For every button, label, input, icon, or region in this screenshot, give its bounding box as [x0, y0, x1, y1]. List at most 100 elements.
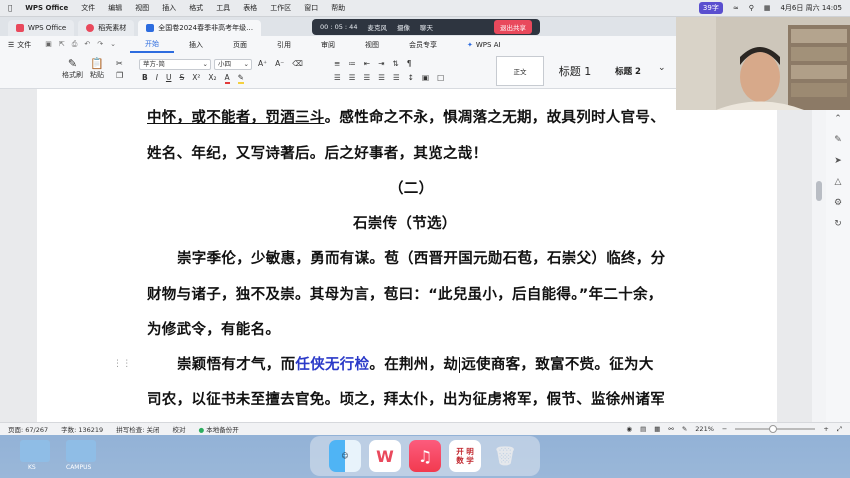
- document-page[interactable]: 中怀，或不能者，罚酒三斗。感性命之不永，惧凋落之无期，故具列时人官号、 姓名、年…: [37, 89, 777, 422]
- increase-font-icon[interactable]: A⁺: [258, 59, 267, 68]
- zoom-out-icon[interactable]: −: [722, 425, 727, 433]
- finder-icon[interactable]: ☺: [329, 440, 361, 472]
- copy-icon[interactable]: ❐: [116, 70, 123, 82]
- drag-handle-icon[interactable]: ⋮⋮: [113, 359, 132, 369]
- tab-wps-ai[interactable]: ✦ WPS AI: [452, 36, 516, 53]
- highlight-icon[interactable]: ✎: [237, 73, 244, 84]
- bullet-list-icon[interactable]: ≡: [334, 59, 340, 68]
- superscript-icon[interactable]: X²: [192, 73, 200, 84]
- menu-tools[interactable]: 工具: [216, 3, 230, 13]
- edit-icon[interactable]: ✎: [834, 135, 842, 145]
- styles-expand-icon[interactable]: ⌄: [658, 63, 666, 73]
- desktop-folder-icon[interactable]: [66, 440, 96, 462]
- shape-icon[interactable]: △: [835, 177, 842, 187]
- menu-window[interactable]: 窗口: [304, 3, 318, 13]
- show-marks-icon[interactable]: ¶: [407, 59, 412, 68]
- font-size-select[interactable]: 小四 ⌄: [214, 59, 252, 70]
- tab-docer[interactable]: 稻壳素材: [78, 20, 135, 36]
- sort-icon[interactable]: ⇅: [392, 59, 398, 68]
- style-normal[interactable]: 正文: [496, 56, 544, 86]
- align-center-icon[interactable]: ☰: [349, 73, 356, 82]
- fit-screen-icon[interactable]: ⤢: [837, 425, 842, 434]
- style-heading-2[interactable]: 标题 2: [604, 56, 652, 86]
- search-icon[interactable]: ⚲: [749, 4, 754, 12]
- menu-format[interactable]: 格式: [189, 3, 203, 13]
- music-icon[interactable]: ♫: [409, 440, 441, 472]
- menubar-clock[interactable]: 4月6日 周六 14:05: [780, 3, 842, 13]
- menu-insert[interactable]: 插入: [162, 3, 176, 13]
- style-heading-1[interactable]: 标题 1: [549, 56, 601, 86]
- app-name[interactable]: WPS Office: [25, 4, 68, 12]
- apple-icon[interactable]: : [8, 4, 12, 12]
- desktop-folder-icon[interactable]: [20, 440, 50, 462]
- clear-format-icon[interactable]: ⌫: [292, 59, 303, 68]
- subscript-icon[interactable]: X₂: [208, 73, 216, 84]
- export-icon[interactable]: ⇱: [59, 40, 65, 49]
- distribute-icon[interactable]: ☰: [393, 73, 400, 82]
- cut-icon[interactable]: ✂: [116, 58, 123, 70]
- zoom-in-icon[interactable]: +: [823, 425, 828, 433]
- scrollbar-thumb[interactable]: [816, 181, 822, 201]
- tab-wps-home[interactable]: WPS Office: [8, 20, 75, 36]
- menu-table[interactable]: 表格: [243, 3, 257, 13]
- eye-protect-icon[interactable]: ◉: [626, 425, 632, 433]
- zoom-level[interactable]: 221%: [695, 425, 714, 433]
- backup-status[interactable]: ● 本地备份开: [198, 424, 238, 434]
- camera-button[interactable]: 摄像: [397, 22, 410, 32]
- shading-icon[interactable]: ▣: [422, 73, 429, 82]
- tab-insert[interactable]: 插入: [174, 36, 218, 53]
- file-menu-button[interactable]: ☰ 文件: [8, 40, 31, 50]
- decrease-font-icon[interactable]: A⁻: [275, 59, 284, 68]
- tab-member[interactable]: 会员专享: [394, 36, 452, 53]
- tab-current-document[interactable]: 全国卷2024春季非高考年级…: [138, 20, 262, 36]
- collapse-icon[interactable]: ⌃: [834, 114, 842, 124]
- strikethrough-icon[interactable]: S: [179, 73, 184, 84]
- zoom-slider[interactable]: [735, 425, 816, 433]
- chat-button[interactable]: 聊天: [420, 22, 433, 32]
- numbered-list-icon[interactable]: ≔: [348, 59, 356, 68]
- stop-sharing-button[interactable]: 退出共享: [494, 20, 532, 34]
- select-icon[interactable]: ➤: [834, 156, 842, 166]
- undo-icon[interactable]: ↶: [84, 40, 90, 49]
- menu-workspace[interactable]: 工作区: [270, 3, 291, 13]
- outdent-icon[interactable]: ⇤: [364, 59, 370, 68]
- pen-icon[interactable]: ✎: [682, 425, 687, 433]
- underline-icon[interactable]: U: [166, 73, 172, 84]
- tab-home[interactable]: 开始: [130, 36, 175, 53]
- save-icon[interactable]: ▣: [45, 40, 52, 49]
- history-icon[interactable]: ↻: [834, 219, 842, 229]
- font-color-icon[interactable]: A: [224, 73, 230, 84]
- mic-button[interactable]: 麦克风: [367, 22, 387, 32]
- web-view-icon[interactable]: ▦: [654, 425, 660, 433]
- menu-view[interactable]: 视图: [135, 3, 149, 13]
- justify-icon[interactable]: ☰: [378, 73, 385, 82]
- paste-button[interactable]: 📋 粘贴: [90, 57, 104, 80]
- tab-view[interactable]: 视图: [350, 36, 394, 53]
- align-right-icon[interactable]: ☰: [363, 73, 370, 82]
- settings-icon[interactable]: ⚙: [834, 198, 842, 208]
- tab-page[interactable]: 页面: [218, 36, 262, 53]
- spell-check-toggle[interactable]: 拼写检查: 关闭: [116, 424, 159, 434]
- align-left-icon[interactable]: ☰: [334, 73, 341, 82]
- print-icon[interactable]: ⎙: [72, 40, 78, 49]
- more-icon[interactable]: ⌄: [110, 40, 116, 49]
- globe-icon[interactable]: ⚯: [668, 425, 673, 433]
- menu-help[interactable]: 帮助: [331, 3, 345, 13]
- word-count-badge[interactable]: 39字: [698, 2, 723, 14]
- wifi-icon[interactable]: ≈: [733, 4, 739, 12]
- page-view-icon[interactable]: ▤: [640, 425, 646, 433]
- format-painter-button[interactable]: ✎ 格式刷: [62, 57, 83, 80]
- proofread-button[interactable]: 校对: [172, 424, 185, 434]
- control-center-icon[interactable]: ▦: [764, 4, 771, 12]
- wps-dock-icon[interactable]: W: [369, 440, 401, 472]
- word-count[interactable]: 字数: 136219: [61, 424, 103, 434]
- vertical-scrollbar[interactable]: [812, 89, 826, 422]
- menu-edit[interactable]: 编辑: [108, 3, 122, 13]
- line-spacing-icon[interactable]: ↕: [408, 73, 414, 82]
- tab-review[interactable]: 审阅: [306, 36, 350, 53]
- redo-icon[interactable]: ↷: [97, 40, 103, 49]
- indent-icon[interactable]: ⇥: [378, 59, 384, 68]
- math-book-app-icon[interactable]: 开 明数 学: [449, 440, 481, 472]
- bold-icon[interactable]: B: [142, 73, 148, 84]
- border-icon[interactable]: □: [437, 73, 444, 82]
